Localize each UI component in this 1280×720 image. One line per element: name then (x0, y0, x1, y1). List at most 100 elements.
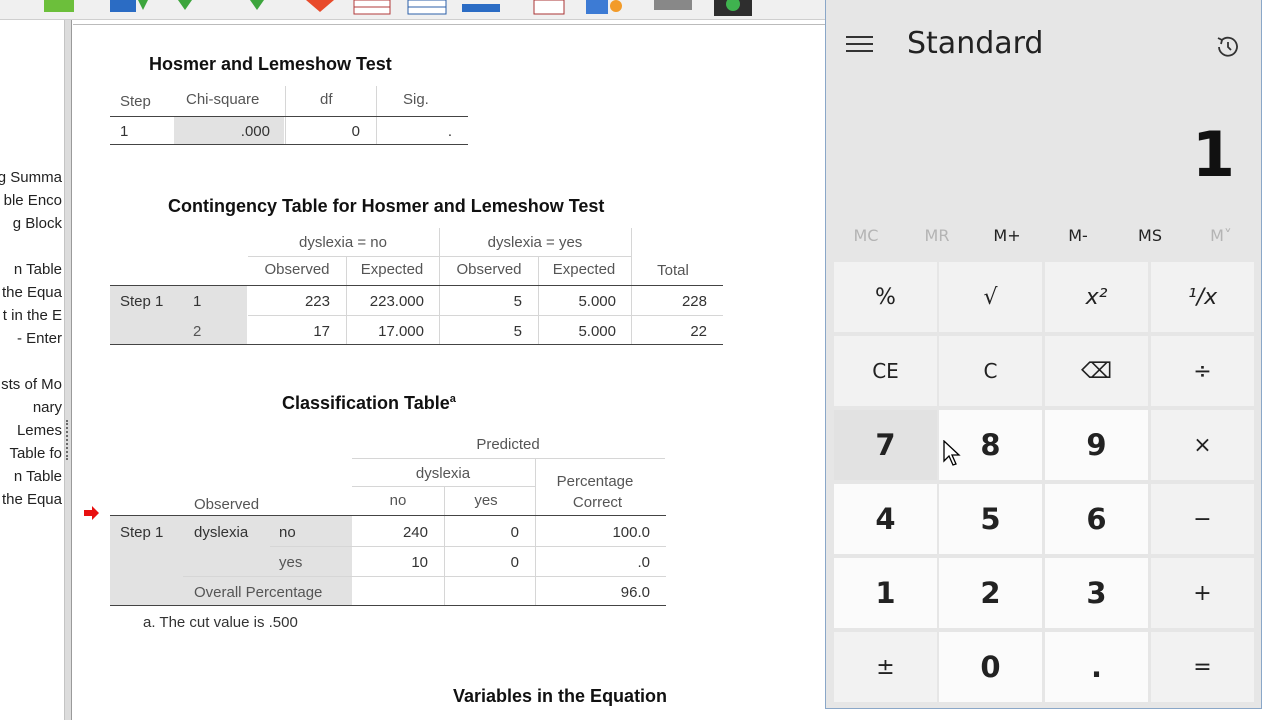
classification-observed: Observed (194, 496, 260, 513)
grid-line (376, 86, 377, 116)
outline-item[interactable]: ble Enco (4, 192, 62, 209)
outline-item[interactable]: Lemes (17, 422, 62, 439)
contingency-row1-total: 228 (681, 293, 707, 310)
contingency-row1-obs-yes: 5 (513, 293, 522, 310)
contingency-group-no: dyslexia = no (299, 234, 387, 251)
memory-subtract-button[interactable]: M- (1048, 226, 1108, 245)
add-icon[interactable] (712, 0, 756, 16)
outline-item[interactable]: sts of Mo (1, 376, 62, 393)
classification-pct-line1: Percentage (556, 473, 634, 490)
clear-entry-button[interactable]: CE (834, 336, 937, 406)
equals-button[interactable]: = (1151, 632, 1254, 702)
five-button[interactable]: 5 (939, 484, 1042, 554)
contingency-row2-total: 22 (690, 323, 707, 340)
clear-button[interactable]: C (939, 336, 1042, 406)
classification-title: Classification Tablea (282, 393, 456, 414)
script-icon[interactable] (584, 0, 628, 16)
memory-list-button[interactable]: M˅ (1191, 226, 1251, 245)
spss-toolbar (0, 0, 826, 20)
classification-row1-yes: 0 (510, 524, 519, 541)
classification-overall-value: 96.0 (620, 584, 650, 601)
grid-line (352, 458, 665, 459)
outline-item[interactable]: n Table (14, 261, 62, 278)
desktop-gap (1262, 0, 1280, 720)
classification-row1-no: 240 (402, 524, 428, 541)
star-icon[interactable] (300, 0, 340, 16)
four-button[interactable]: 4 (834, 484, 937, 554)
pane-splitter[interactable] (64, 20, 72, 720)
classification-var: dyslexia (194, 524, 249, 541)
negate-button[interactable]: ± (834, 632, 937, 702)
contingency-row2-obs-no: 17 (313, 323, 330, 340)
contingency-row1-group: 1 (193, 293, 202, 310)
hosmer-header-sig: Sig. (403, 91, 429, 108)
reciprocal-button[interactable]: ¹/x (1151, 262, 1254, 332)
undo-icon[interactable] (176, 0, 196, 16)
calculator-window: Standard 1 MC MR M+ M- MS M˅ % √ x² ¹/x … (825, 0, 1262, 709)
grid-line (535, 516, 536, 605)
grid-line (376, 117, 377, 144)
outline-item[interactable]: - Enter (17, 330, 62, 347)
current-item-arrow-icon (84, 506, 99, 520)
outline-item[interactable]: g Summa (0, 169, 62, 186)
percent-button[interactable]: % (834, 262, 937, 332)
subtract-button[interactable]: − (1151, 484, 1254, 554)
contingency-row1-obs-no: 223 (304, 293, 330, 310)
splitter-grip[interactable] (66, 420, 69, 460)
goto-data-icon[interactable] (108, 0, 152, 16)
outline-item[interactable]: Table fo (9, 445, 62, 462)
classification-col-no: no (389, 492, 407, 509)
mouse-cursor-icon (943, 440, 961, 466)
hosmer-df-value: 0 (351, 123, 360, 140)
grid-line (631, 286, 632, 344)
nine-button[interactable]: 9 (1045, 410, 1148, 480)
hosmer-header-step: Step (120, 93, 151, 110)
add-button[interactable]: + (1151, 558, 1254, 628)
hosmer-header-chi: Chi-square (186, 91, 260, 108)
contingency-step: Step 1 (120, 293, 164, 310)
menu-icon[interactable] (846, 36, 874, 56)
zero-button[interactable]: 0 (939, 632, 1042, 702)
designate-window-icon[interactable] (652, 0, 696, 16)
decimal-button[interactable]: . (1045, 632, 1148, 702)
outline-item[interactable]: the Equa (2, 491, 62, 508)
two-button[interactable]: 2 (939, 558, 1042, 628)
classification-dyslexia-header: dyslexia (415, 465, 471, 482)
one-button[interactable]: 1 (834, 558, 937, 628)
memory-recall-button[interactable]: MR (907, 226, 967, 245)
backspace-button[interactable]: ⌫ (1045, 336, 1148, 406)
contingency-header-expected-no: Expected (360, 261, 424, 278)
classification-row1-pct: 100.0 (612, 524, 650, 541)
seven-button[interactable]: 7 (834, 410, 937, 480)
outline-item[interactable]: t in the E (3, 307, 62, 324)
outline-pane: g Summa ble Enco g Block n Table the Equ… (0, 20, 64, 720)
table-icon[interactable] (352, 0, 396, 16)
memory-clear-button[interactable]: MC (836, 226, 896, 245)
six-button[interactable]: 6 (1045, 484, 1148, 554)
chart-icon[interactable] (530, 0, 570, 16)
split-icon[interactable] (460, 0, 504, 16)
three-button[interactable]: 3 (1045, 558, 1148, 628)
divide-button[interactable]: ÷ (1151, 336, 1254, 406)
hosmer-sig-value: . (447, 123, 452, 140)
square-button[interactable]: x² (1045, 262, 1148, 332)
outline-item[interactable]: n Table (14, 468, 62, 485)
contingency-group-yes: dyslexia = yes (487, 234, 583, 251)
multiply-button[interactable]: × (1151, 410, 1254, 480)
outline-item[interactable]: nary (33, 399, 62, 416)
viewer-frame (73, 24, 826, 25)
memory-store-button[interactable]: MS (1120, 226, 1180, 245)
pivot-icon[interactable] (406, 0, 450, 16)
classification-col-yes: yes (474, 492, 498, 509)
square-root-button[interactable]: √ (939, 262, 1042, 332)
table-rule (110, 144, 468, 145)
redo-icon[interactable] (248, 0, 268, 16)
memory-add-button[interactable]: M+ (977, 226, 1037, 245)
contingency-row1-exp-no: 223.000 (369, 293, 424, 310)
hosmer-header-df: df (320, 91, 333, 108)
history-icon[interactable] (1215, 34, 1241, 60)
outline-item[interactable]: the Equa (2, 284, 62, 301)
table-rule (110, 344, 723, 345)
outline-item[interactable]: g Block (13, 215, 62, 232)
export-icon[interactable] (40, 0, 84, 16)
